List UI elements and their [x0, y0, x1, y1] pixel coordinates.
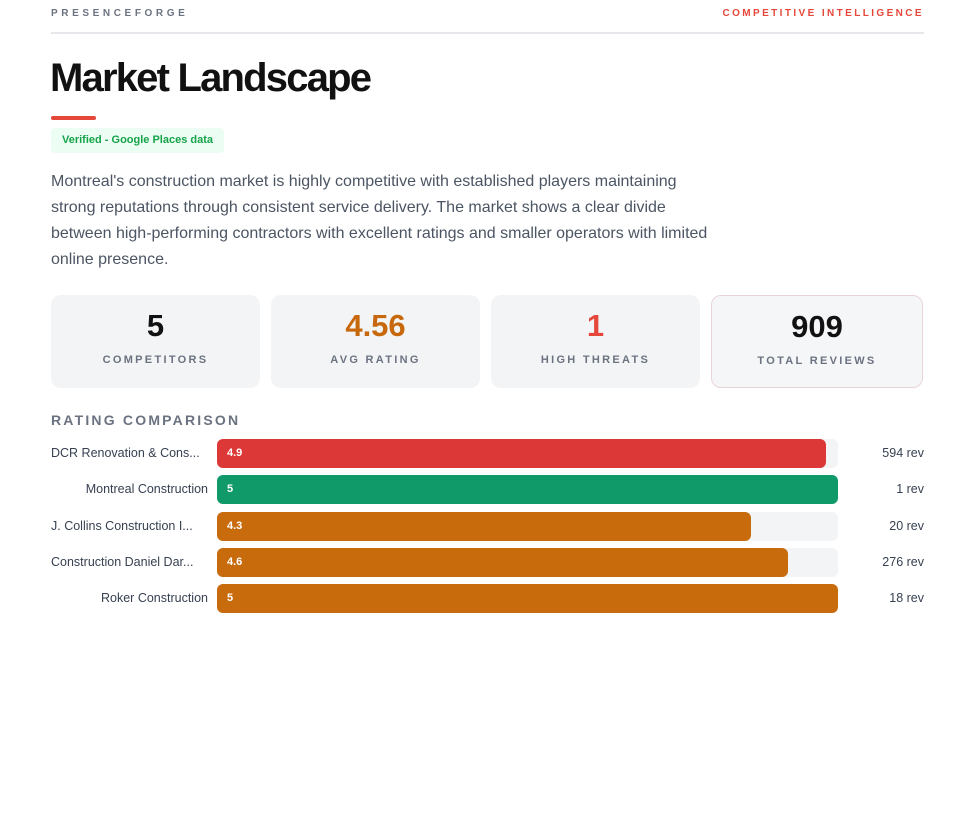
bar-value-label: 5 [227, 592, 234, 604]
stat-value: 5 [146, 308, 165, 343]
bar-track: 5 [217, 584, 838, 613]
page-title: Market Landscape [50, 56, 372, 100]
stat-label: COMPETITORS [102, 354, 209, 366]
bar-track: 5 [217, 475, 838, 504]
market-summary: Montreal's construction market is highly… [51, 173, 708, 268]
chart-title: RATING COMPARISON [51, 412, 241, 428]
bar-track: 4.9 [217, 439, 838, 468]
chart-bar-row: Construction Daniel Dar... 4.6 276 rev [51, 548, 924, 577]
chart-bar-row: J. Collins Construction I... 4.3 20 rev [51, 512, 924, 541]
title-accent-bar [51, 116, 96, 120]
stat-card-competitors: 5 COMPETITORS [51, 295, 260, 388]
rating-bar: 4.9 [217, 439, 826, 468]
bar-category-label: J. Collins Construction I... [51, 519, 193, 533]
review-count: 594 rev [882, 446, 924, 460]
verified-badge: Verified - Google Places data [51, 128, 224, 153]
rating-bar: 5 [217, 584, 838, 613]
review-count: 18 rev [889, 591, 924, 605]
chart-bar-row: DCR Renovation & Cons... 4.9 594 rev [51, 439, 924, 468]
bar-track: 4.3 [217, 512, 838, 541]
bar-track: 4.6 [217, 548, 838, 577]
brand-name: PRESENCEFORGE [51, 8, 189, 19]
stat-card-total-reviews: 909 TOTAL REVIEWS [711, 295, 923, 388]
review-count: 20 rev [889, 519, 924, 533]
bar-category-label: Roker Construction [101, 591, 208, 605]
bar-value-label: 4.3 [227, 520, 243, 532]
bar-value-label: 4.6 [227, 556, 243, 568]
bar-value-label: 5 [227, 483, 234, 495]
chart-bar-row: Montreal Construction 5 1 rev [51, 475, 924, 504]
stat-value: 1 [586, 308, 605, 343]
stat-card-avg-rating: 4.56 AVG RATING [271, 295, 480, 388]
review-count: 1 rev [896, 482, 924, 496]
bar-category-label: Montreal Construction [85, 482, 208, 496]
stat-label: TOTAL REVIEWS [757, 355, 877, 367]
rating-bar: 4.6 [217, 548, 788, 577]
stat-value: 4.56 [345, 308, 406, 343]
bar-category-label: Construction Daniel Dar... [51, 555, 194, 569]
chart-bar-row: Roker Construction 5 18 rev [51, 584, 924, 613]
stat-label: HIGH THREATS [540, 354, 651, 366]
bar-value-label: 4.9 [227, 447, 243, 459]
stat-card-high-threats: 1 HIGH THREATS [491, 295, 700, 388]
rating-bar: 5 [217, 475, 838, 504]
top-bar: PRESENCEFORGE COMPETITIVE INTELLIGENCE [51, 0, 924, 34]
bar-category-label: DCR Renovation & Cons... [51, 446, 200, 460]
stat-label: AVG RATING [330, 354, 421, 366]
rating-bar: 4.3 [217, 512, 751, 541]
stat-value: 909 [791, 309, 843, 344]
review-count: 276 rev [882, 555, 924, 569]
section-label: COMPETITIVE INTELLIGENCE [722, 8, 924, 19]
